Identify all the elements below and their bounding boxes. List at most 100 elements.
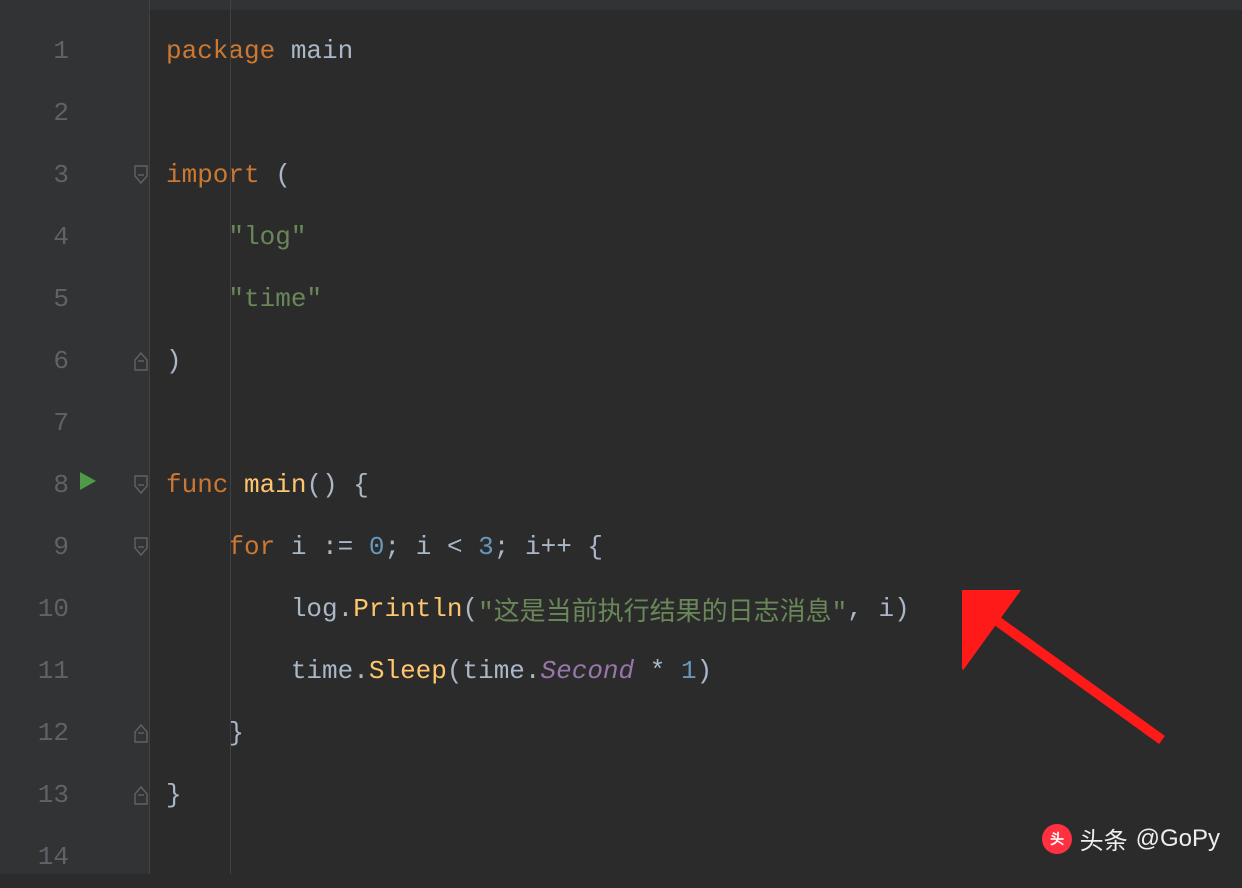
code-line[interactable]: time.Sleep(time.Second * 1) — [166, 640, 1242, 702]
num-0: 0 — [369, 532, 385, 562]
op-lt: < — [447, 532, 463, 562]
keyword-package: package — [166, 36, 275, 66]
gutter-row[interactable]: 7 — [0, 392, 149, 454]
line-number: 1 — [53, 36, 69, 66]
func-main: main — [244, 470, 306, 500]
watermark-prefix: 头条 — [1080, 821, 1128, 856]
indent — [166, 718, 228, 748]
line-number: 8 — [53, 470, 69, 500]
gutter-row[interactable]: 13 — [0, 764, 149, 826]
num-3: 3 — [478, 532, 494, 562]
gutter-row[interactable]: 1 — [0, 20, 149, 82]
code-line[interactable]: log.Println("这是当前执行结果的日志消息", i) — [166, 578, 1242, 640]
keyword-import: import — [166, 160, 260, 190]
code-editor[interactable]: 1 2 3 4 5 6 7 8 — [0, 0, 1242, 874]
dot: . — [353, 656, 369, 686]
lbrace: { — [587, 532, 603, 562]
gutter-row[interactable]: 4 — [0, 206, 149, 268]
space — [275, 532, 291, 562]
ident-time: time — [291, 656, 353, 686]
ident-i: i — [416, 532, 432, 562]
indent-guide — [230, 0, 231, 874]
rparen: ) — [894, 594, 910, 624]
gutter-row[interactable]: 8 — [0, 454, 149, 516]
line-number: 14 — [38, 842, 69, 872]
line-number: 11 — [38, 656, 69, 686]
line-number: 2 — [53, 98, 69, 128]
ident-i: i — [879, 594, 895, 624]
code-line[interactable]: for i := 0; i < 3; i++ { — [166, 516, 1242, 578]
indent — [166, 284, 228, 314]
ident-main: main — [291, 36, 353, 66]
gutter-row[interactable]: 10 — [0, 578, 149, 640]
space — [665, 656, 681, 686]
gutter-row[interactable]: 6 — [0, 330, 149, 392]
ident-i: i — [525, 532, 541, 562]
code-line[interactable] — [166, 82, 1242, 144]
line-number: 13 — [38, 780, 69, 810]
space — [863, 594, 879, 624]
code-line[interactable]: } — [166, 702, 1242, 764]
gutter-row[interactable]: 5 — [0, 268, 149, 330]
op-decl: := — [322, 532, 353, 562]
code-line[interactable]: "log" — [166, 206, 1242, 268]
fold-end-icon[interactable] — [132, 721, 150, 745]
run-gutter-icon[interactable] — [78, 470, 98, 500]
space — [431, 532, 447, 562]
space — [463, 532, 479, 562]
code-area[interactable]: package main import ( "log" "time" ) fun… — [150, 0, 1242, 874]
gutter-row[interactable]: 3 — [0, 144, 149, 206]
space — [400, 532, 416, 562]
keyword-func: func — [166, 470, 228, 500]
line-number: 3 — [53, 160, 69, 190]
indent — [166, 656, 291, 686]
gutter-row[interactable]: 12 — [0, 702, 149, 764]
line-number: 4 — [53, 222, 69, 252]
watermark-handle: @GoPy — [1136, 825, 1220, 853]
space — [572, 532, 588, 562]
space — [338, 470, 354, 500]
space — [275, 36, 291, 66]
dot: . — [525, 656, 541, 686]
fold-start-icon[interactable] — [132, 473, 150, 497]
code-line[interactable] — [166, 392, 1242, 454]
code-line[interactable]: ) — [166, 330, 1242, 392]
code-line[interactable]: "time" — [166, 268, 1242, 330]
code-line[interactable]: import ( — [166, 144, 1242, 206]
code-line[interactable]: package main — [166, 20, 1242, 82]
indent — [166, 532, 228, 562]
func-println: Println — [353, 594, 462, 624]
line-number: 12 — [38, 718, 69, 748]
rparen: ) — [166, 346, 182, 376]
comma: , — [847, 594, 863, 624]
line-number: 10 — [38, 594, 69, 624]
semicolon: ; — [385, 532, 401, 562]
gutter-row[interactable]: 2 — [0, 82, 149, 144]
line-number: 7 — [53, 408, 69, 438]
fold-start-icon[interactable] — [132, 163, 150, 187]
dot: . — [338, 594, 354, 624]
indent — [166, 594, 291, 624]
code-line[interactable]: } — [166, 764, 1242, 826]
rparen: ) — [697, 656, 713, 686]
gutter-row[interactable]: 14 — [0, 826, 149, 888]
ident-time: time — [462, 656, 524, 686]
gutter-row[interactable]: 11 — [0, 640, 149, 702]
space — [634, 656, 650, 686]
fold-end-icon[interactable] — [132, 783, 150, 807]
fold-end-icon[interactable] — [132, 349, 150, 373]
watermark: 头 头条 @GoPy — [1042, 821, 1220, 856]
gutter-row[interactable]: 9 — [0, 516, 149, 578]
ident-log: log — [291, 594, 338, 624]
space — [353, 532, 369, 562]
keyword-for: for — [228, 532, 275, 562]
fold-start-icon[interactable] — [132, 535, 150, 559]
lparen: ( — [306, 470, 322, 500]
watermark-icon: 头 — [1042, 824, 1072, 854]
const-second: Second — [541, 656, 635, 686]
ident-i: i — [291, 532, 307, 562]
rparen: ) — [322, 470, 338, 500]
string-time: "time" — [228, 284, 322, 314]
lparen: ( — [447, 656, 463, 686]
code-line[interactable]: func main() { — [166, 454, 1242, 516]
